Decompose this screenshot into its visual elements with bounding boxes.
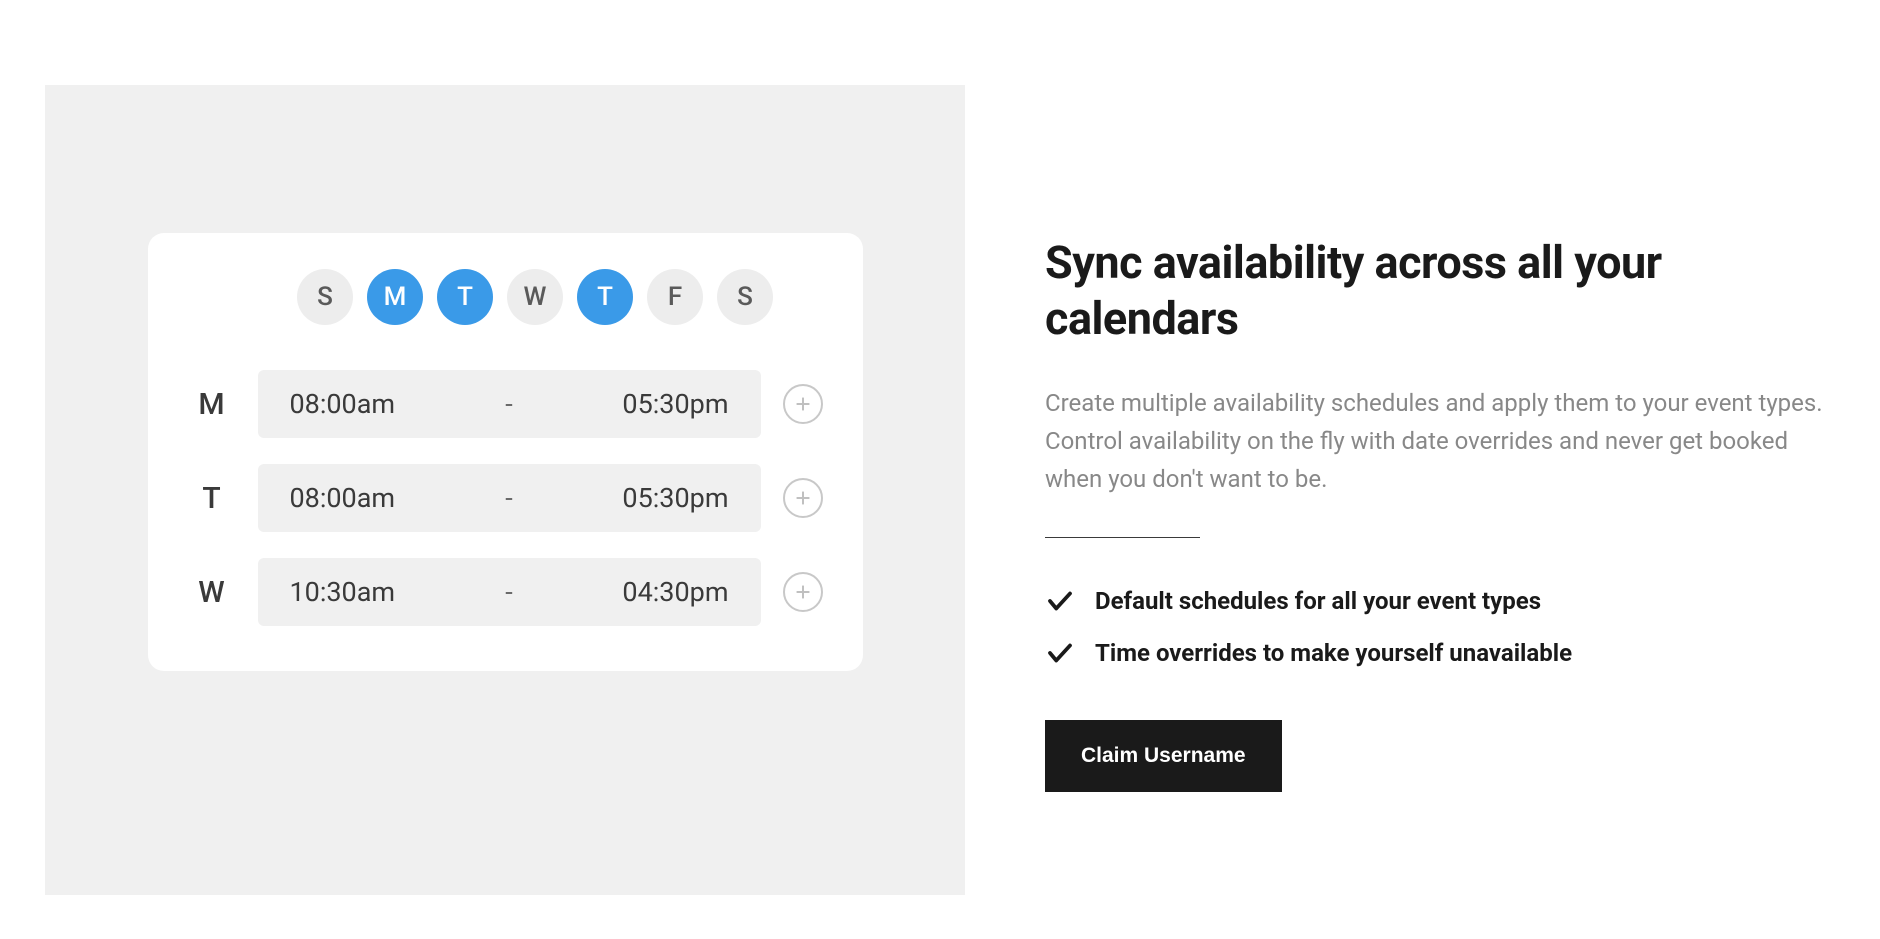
feature-list: Default schedules for all your event typ… bbox=[1045, 586, 1835, 668]
day-circle-sun[interactable]: S bbox=[297, 269, 353, 325]
check-icon bbox=[1045, 586, 1075, 616]
time-block[interactable]: 08:00am - 05:30pm bbox=[258, 370, 761, 438]
day-circle-thu[interactable]: T bbox=[577, 269, 633, 325]
add-time-button[interactable] bbox=[783, 384, 823, 424]
claim-username-button[interactable]: Claim Username bbox=[1045, 720, 1282, 792]
page-heading: Sync availability across all your calend… bbox=[1045, 235, 1835, 348]
divider bbox=[1045, 537, 1200, 538]
time-dash: - bbox=[505, 576, 512, 608]
feature-item: Time overrides to make yourself unavaila… bbox=[1045, 638, 1835, 668]
time-dash: - bbox=[505, 482, 512, 514]
plus-icon bbox=[792, 581, 814, 603]
plus-icon bbox=[792, 393, 814, 415]
day-selector: S M T W T F S bbox=[188, 269, 823, 325]
time-start: 08:00am bbox=[290, 388, 430, 420]
day-circle-tue[interactable]: T bbox=[437, 269, 493, 325]
right-panel: Sync availability across all your calend… bbox=[1045, 85, 1835, 792]
add-time-button[interactable] bbox=[783, 478, 823, 518]
day-circle-sat[interactable]: S bbox=[717, 269, 773, 325]
add-time-button[interactable] bbox=[783, 572, 823, 612]
time-row: W 10:30am - 04:30pm bbox=[188, 558, 823, 626]
feature-text: Default schedules for all your event typ… bbox=[1095, 587, 1541, 615]
time-dash: - bbox=[505, 388, 512, 420]
day-label: W bbox=[188, 575, 236, 610]
time-end: 05:30pm bbox=[589, 388, 729, 420]
left-panel: S M T W T F S M 08:00am - 05:30pm T bbox=[45, 85, 965, 895]
feature-text: Time overrides to make yourself unavaila… bbox=[1095, 639, 1572, 667]
time-row: T 08:00am - 05:30pm bbox=[188, 464, 823, 532]
time-rows: M 08:00am - 05:30pm T 08:00am - 05:30pm bbox=[188, 370, 823, 626]
plus-icon bbox=[792, 487, 814, 509]
day-circle-mon[interactable]: M bbox=[367, 269, 423, 325]
time-block[interactable]: 10:30am - 04:30pm bbox=[258, 558, 761, 626]
time-start: 08:00am bbox=[290, 482, 430, 514]
time-end: 04:30pm bbox=[589, 576, 729, 608]
time-end: 05:30pm bbox=[589, 482, 729, 514]
check-icon bbox=[1045, 638, 1075, 668]
day-circle-wed[interactable]: W bbox=[507, 269, 563, 325]
time-row: M 08:00am - 05:30pm bbox=[188, 370, 823, 438]
time-start: 10:30am bbox=[290, 576, 430, 608]
page-description: Create multiple availability schedules a… bbox=[1045, 384, 1835, 499]
day-label: T bbox=[188, 481, 236, 516]
day-label: M bbox=[188, 387, 236, 422]
time-block[interactable]: 08:00am - 05:30pm bbox=[258, 464, 761, 532]
calendar-card: S M T W T F S M 08:00am - 05:30pm T bbox=[148, 233, 863, 671]
feature-item: Default schedules for all your event typ… bbox=[1045, 586, 1835, 616]
day-circle-fri[interactable]: F bbox=[647, 269, 703, 325]
